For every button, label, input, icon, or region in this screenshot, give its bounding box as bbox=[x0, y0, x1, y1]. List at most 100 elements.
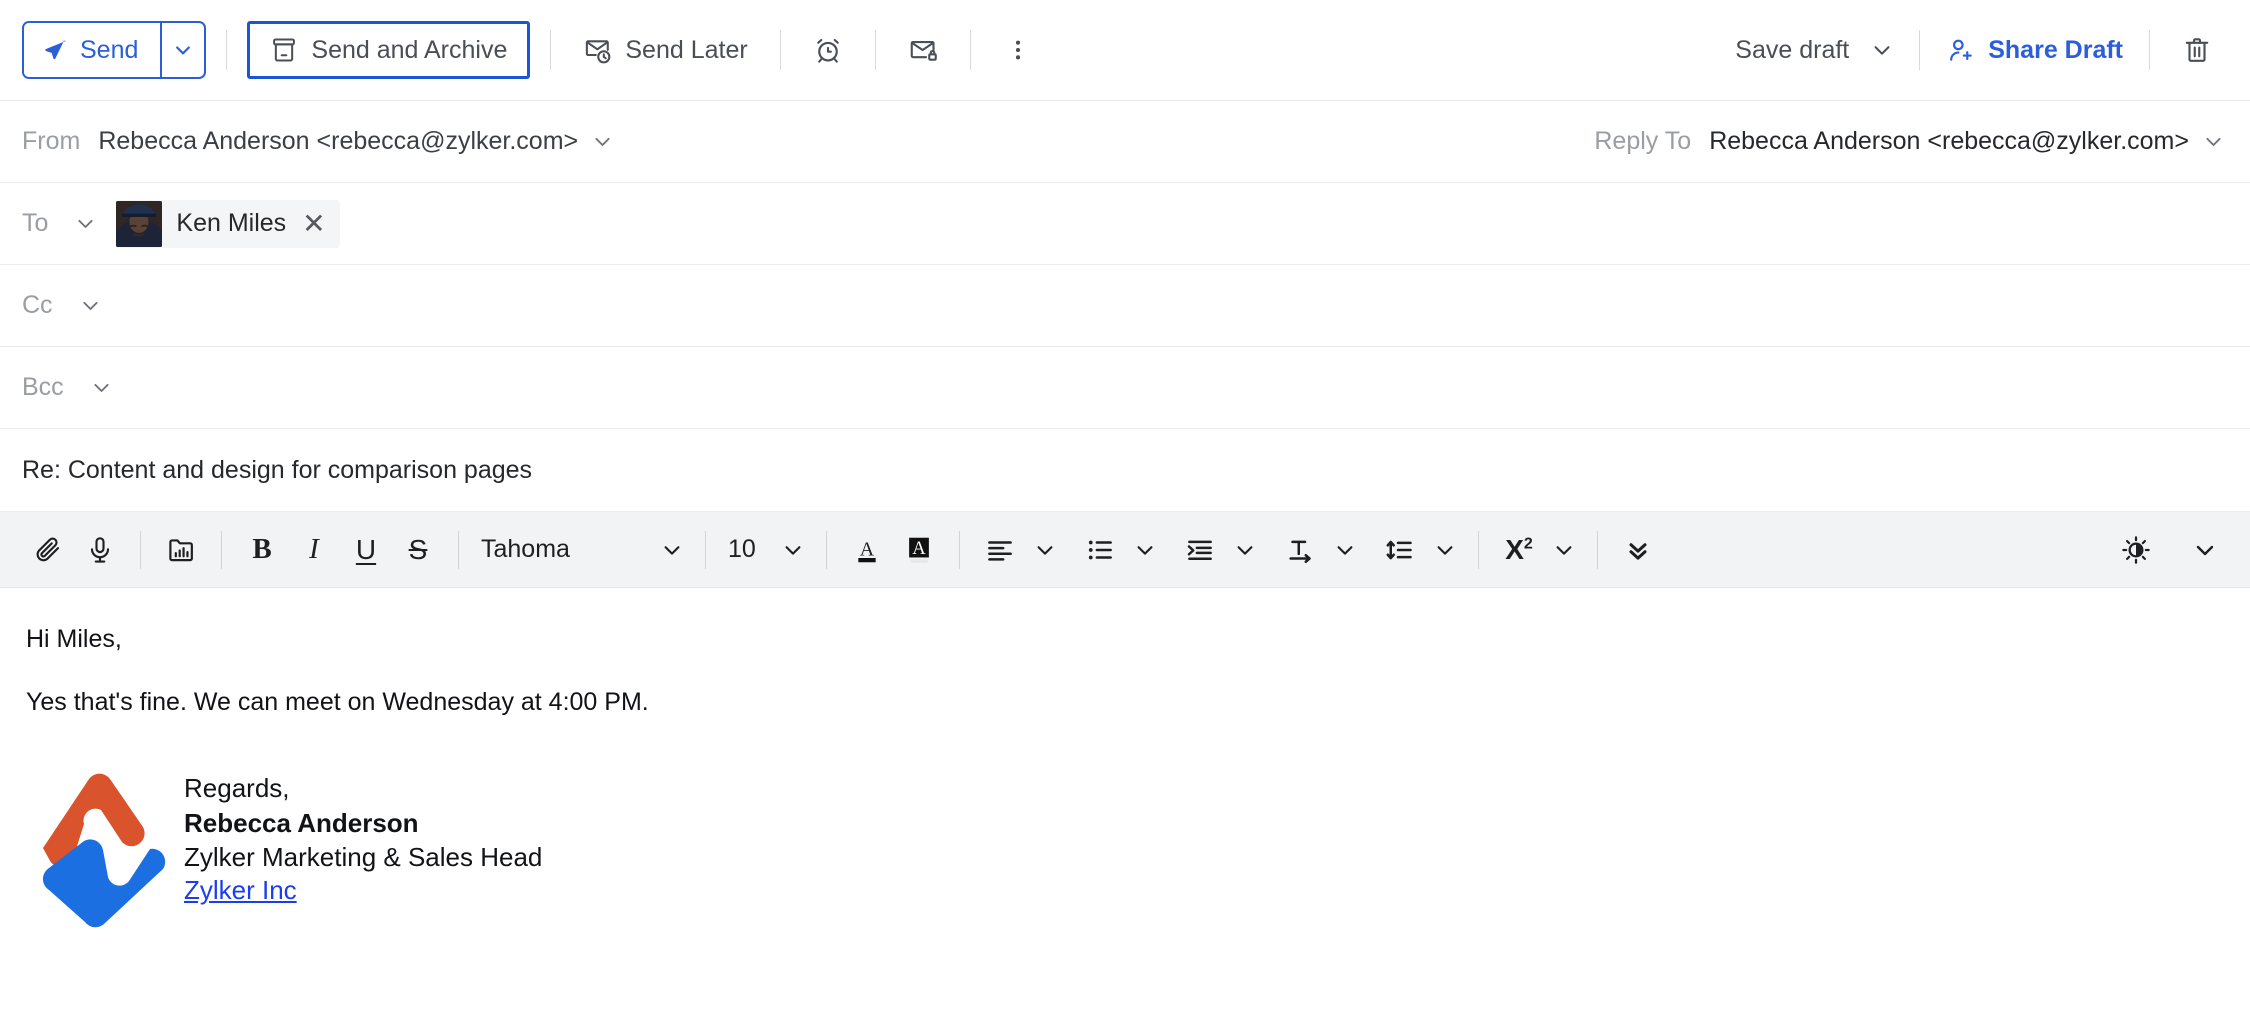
line-spacing-options-chevron-down-icon[interactable] bbox=[1426, 524, 1464, 576]
divider bbox=[874, 30, 876, 70]
list-button[interactable] bbox=[1074, 524, 1126, 576]
save-draft-button[interactable]: Save draft bbox=[1729, 36, 1899, 65]
text-direction-options-chevron-down-icon[interactable] bbox=[1326, 524, 1364, 576]
archive-box-icon bbox=[270, 36, 298, 64]
cc-label: Cc bbox=[22, 291, 53, 319]
send-and-archive-button[interactable]: Send and Archive bbox=[247, 21, 531, 79]
font-size-select[interactable]: 10 bbox=[720, 524, 812, 576]
bcc-row[interactable]: Bcc bbox=[0, 347, 2250, 429]
signature-company-link[interactable]: Zylker Inc bbox=[184, 875, 542, 906]
line-spacing-button[interactable] bbox=[1374, 524, 1426, 576]
email-composer-window: Send Send and Archive Send Later Save dr… bbox=[0, 0, 2250, 1020]
avatar bbox=[116, 200, 163, 247]
email-signature: Regards, Rebecca Anderson Zylker Marketi… bbox=[26, 755, 2224, 933]
share-draft-label: Share Draft bbox=[1988, 35, 2123, 64]
align-button[interactable] bbox=[974, 524, 1026, 576]
close-icon[interactable]: ✕ bbox=[302, 209, 325, 238]
svg-text:A: A bbox=[912, 538, 926, 559]
secure-mail-button[interactable] bbox=[896, 23, 950, 77]
person-plus-icon bbox=[1946, 36, 1975, 65]
subject-input[interactable]: Re: Content and design for comparison pa… bbox=[22, 456, 532, 485]
bcc-dropdown-chevron-down-icon[interactable] bbox=[91, 377, 112, 398]
strikethrough-button[interactable]: S bbox=[392, 524, 444, 576]
signature-text-block: Regards, Rebecca Anderson Zylker Marketi… bbox=[184, 755, 542, 906]
voice-record-button[interactable] bbox=[74, 524, 126, 576]
more-options-button[interactable] bbox=[991, 23, 1045, 77]
reply-to-label: Reply To bbox=[1594, 127, 1692, 155]
divider bbox=[1919, 30, 1921, 70]
text-direction-button[interactable] bbox=[1274, 524, 1326, 576]
message-greeting: Hi Miles, bbox=[26, 625, 122, 653]
divider bbox=[458, 530, 459, 569]
insert-image-icon bbox=[166, 534, 197, 565]
from-reply-row: From Rebecca Anderson <rebecca@zylker.co… bbox=[0, 101, 2250, 183]
brightness-icon bbox=[2121, 535, 2151, 565]
to-dropdown-chevron-down-icon[interactable] bbox=[75, 213, 96, 234]
reply-to-field[interactable]: Reply To Rebecca Anderson <rebecca@zylke… bbox=[1594, 127, 2224, 156]
chevron-down-icon[interactable] bbox=[774, 524, 812, 576]
divider bbox=[550, 30, 552, 70]
delete-draft-button[interactable] bbox=[2170, 23, 2224, 77]
recipient-name: Ken Miles bbox=[176, 209, 287, 237]
from-value: Rebecca Anderson <rebecca@zylker.com> bbox=[98, 127, 579, 155]
italic-button[interactable]: I bbox=[288, 524, 340, 576]
bold-label: B bbox=[252, 533, 272, 565]
indent-button[interactable] bbox=[1174, 524, 1226, 576]
share-draft-button[interactable]: Share Draft bbox=[1940, 36, 2129, 65]
from-field[interactable]: From Rebecca Anderson <rebecca@zylker.co… bbox=[22, 127, 613, 156]
zylker-logo-icon bbox=[26, 755, 166, 933]
divider bbox=[221, 530, 222, 569]
align-options-chevron-down-icon[interactable] bbox=[1026, 524, 1064, 576]
bold-button[interactable]: B bbox=[236, 524, 288, 576]
font-color-button[interactable]: A bbox=[841, 524, 893, 576]
reminder-button[interactable] bbox=[801, 23, 855, 77]
send-label: Send bbox=[80, 35, 139, 64]
superscript-options-chevron-down-icon[interactable] bbox=[1545, 524, 1583, 576]
font-family-select[interactable]: Tahoma bbox=[473, 524, 691, 576]
trash-icon bbox=[2182, 35, 2212, 65]
divider bbox=[826, 530, 827, 569]
font-family-value: Tahoma bbox=[481, 535, 570, 563]
divider bbox=[779, 30, 781, 70]
list-options-chevron-down-icon[interactable] bbox=[1126, 524, 1164, 576]
theme-options-chevron-down-icon[interactable] bbox=[2186, 524, 2224, 576]
double-chevron-down-icon bbox=[1624, 536, 1652, 564]
cc-row[interactable]: Cc bbox=[0, 265, 2250, 347]
more-formatting-button[interactable] bbox=[1612, 524, 1664, 576]
subject-row[interactable]: Re: Content and design for comparison pa… bbox=[0, 429, 2250, 512]
underline-button[interactable]: U bbox=[340, 524, 392, 576]
from-dropdown-chevron-down-icon[interactable] bbox=[592, 131, 613, 152]
to-label: To bbox=[22, 209, 49, 237]
reply-to-dropdown-chevron-down-icon[interactable] bbox=[2203, 131, 2224, 152]
send-later-button[interactable]: Send Later bbox=[571, 23, 759, 77]
to-row[interactable]: To Ken Miles ✕ bbox=[0, 183, 2250, 265]
send-options-dropdown[interactable] bbox=[160, 23, 204, 77]
theme-toggle-button[interactable] bbox=[2110, 524, 2162, 576]
superscript-button[interactable]: X2 bbox=[1493, 524, 1545, 576]
align-left-icon bbox=[985, 535, 1015, 565]
message-body[interactable]: Hi Miles, Yes that's fine. We can meet o… bbox=[0, 588, 2250, 1020]
divider bbox=[2149, 30, 2150, 70]
indent-options-chevron-down-icon[interactable] bbox=[1226, 524, 1264, 576]
bulleted-list-icon bbox=[1085, 535, 1115, 565]
alarm-clock-icon bbox=[813, 35, 843, 65]
microphone-icon bbox=[85, 535, 115, 565]
text-highlight-button[interactable]: A bbox=[893, 524, 945, 576]
send-button[interactable]: Send bbox=[24, 23, 161, 77]
italic-label: I bbox=[309, 533, 319, 565]
attach-file-button[interactable] bbox=[22, 524, 74, 576]
recipient-chip[interactable]: Ken Miles ✕ bbox=[116, 199, 340, 248]
signature-name: Rebecca Anderson bbox=[184, 807, 419, 838]
message-paragraph: Yes that's fine. We can meet on Wednesda… bbox=[26, 687, 649, 716]
save-draft-label: Save draft bbox=[1735, 35, 1850, 64]
svg-text:A: A bbox=[860, 538, 875, 560]
insert-image-button[interactable] bbox=[155, 524, 207, 576]
formatting-toolbar: B I U S Tahoma 10 A A X2 bbox=[0, 512, 2250, 588]
bcc-label: Bcc bbox=[22, 373, 64, 401]
superscript-icon: X2 bbox=[1505, 533, 1533, 565]
divider bbox=[1478, 530, 1479, 569]
indent-icon bbox=[1185, 535, 1215, 565]
cc-dropdown-chevron-down-icon[interactable] bbox=[80, 295, 101, 316]
chevron-down-icon[interactable] bbox=[653, 524, 691, 576]
